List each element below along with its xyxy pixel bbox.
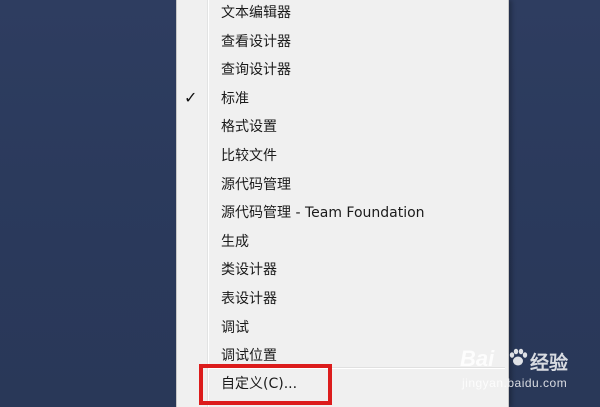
watermark-logo: Bai bbox=[460, 346, 495, 371]
menu-item[interactable]: 查询设计器 bbox=[179, 57, 506, 83]
menu-item-label: 文本编辑器 bbox=[221, 5, 291, 21]
watermark-text: 经验 bbox=[530, 352, 569, 374]
menu-item-label: 源代码管理 - Team Foundation bbox=[221, 205, 425, 222]
menu-item[interactable]: 查看设计器 bbox=[179, 29, 506, 55]
menu-item[interactable]: 源代码管理 bbox=[179, 172, 506, 198]
annotation-highlight-box bbox=[199, 364, 332, 405]
menu-item[interactable]: ✓ 标准 bbox=[179, 86, 506, 112]
menu-item[interactable]: 源代码管理 - Team Foundation bbox=[179, 200, 506, 226]
checkmark-icon: ✓ bbox=[184, 87, 198, 107]
menu-item[interactable]: 调试 bbox=[179, 315, 506, 341]
menu-item-label: 格式设置 bbox=[221, 119, 277, 136]
paw-icon bbox=[509, 348, 528, 366]
menu-item-label: 调试 bbox=[221, 319, 249, 336]
menu-item-label: 表设计器 bbox=[221, 291, 277, 307]
menu-item[interactable]: 比较文件 bbox=[179, 143, 506, 169]
menu-item-label: 生成 bbox=[221, 233, 249, 250]
baidu-jingyan-watermark: Bai 经验 jingyan.baidu.com bbox=[460, 346, 598, 402]
menu-item[interactable]: 表设计器 bbox=[179, 286, 506, 312]
menu-item[interactable]: 文本编辑器 bbox=[179, 0, 506, 26]
menu-item-label: 查询设计器 bbox=[221, 62, 291, 79]
menu-item-label: 比较文件 bbox=[221, 148, 277, 164]
menu-item[interactable]: 格式设置 bbox=[179, 114, 506, 140]
menu-item[interactable]: 类设计器 bbox=[179, 257, 506, 283]
menu-item-label: 查看设计器 bbox=[221, 33, 291, 50]
menu-item[interactable]: 生成 bbox=[179, 229, 506, 255]
watermark-url: jingyan.baidu.com bbox=[462, 376, 568, 390]
menu-item-label: 源代码管理 bbox=[221, 176, 291, 193]
menu-item-label: 标准 bbox=[221, 90, 249, 107]
menu-item-label: 类设计器 bbox=[221, 262, 277, 279]
